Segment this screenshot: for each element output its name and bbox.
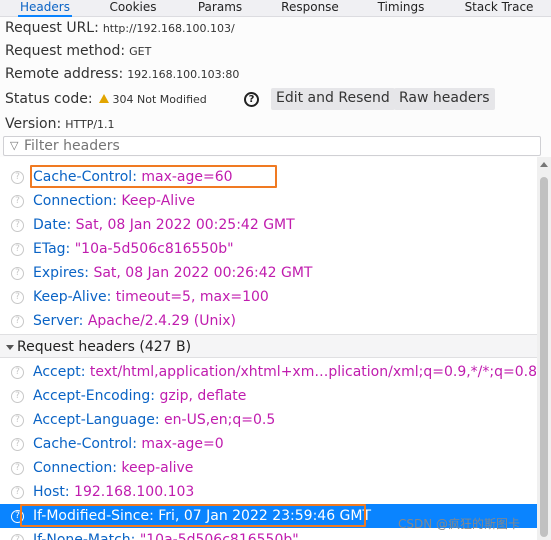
scroll-up-arrow-icon[interactable] xyxy=(540,162,548,167)
request-header-row[interactable]: ? Cache-Control: max-age=0 xyxy=(0,432,537,456)
help-icon[interactable]: ? xyxy=(11,171,24,184)
remote-address-row: Remote address: 192.168.100.103:80 xyxy=(5,66,239,82)
scrollbar-thumb[interactable] xyxy=(540,177,548,537)
scrollbar[interactable] xyxy=(537,157,551,540)
request-header-row[interactable]: ? Accept: text/html,application/xhtml+xm… xyxy=(0,360,537,384)
remote-address-label: Remote address: xyxy=(5,66,124,82)
collapse-triangle-icon[interactable] xyxy=(6,345,14,350)
header-name: Expires: Sat, 08 Jan 2022 00:26:42 GMT xyxy=(33,265,313,281)
status-code-value: 304 Not Modified xyxy=(112,93,207,106)
tab-params[interactable]: Params xyxy=(194,0,246,17)
request-method-value: GET xyxy=(129,45,152,58)
header-value: Keep-Alive xyxy=(121,193,195,209)
help-icon[interactable]: ? xyxy=(11,291,24,304)
remote-address-value: 192.168.100.103:80 xyxy=(127,68,240,81)
request-header-row[interactable]: ? Connection: keep-alive xyxy=(0,456,537,480)
header-name: ETag: "10a-5d506c816550b" xyxy=(33,241,234,257)
header-value: "10a-5d506c816550b" xyxy=(139,532,299,540)
help-icon[interactable]: ? xyxy=(11,414,24,427)
help-icon[interactable]: ? xyxy=(11,486,24,499)
highlight-box-if-modified-since xyxy=(20,504,366,527)
response-header-row[interactable]: ? ETag: "10a-5d506c816550b" xyxy=(0,237,537,261)
headers-list: ? Cache-Control: max-age=60 ? Connection… xyxy=(0,157,537,540)
request-url-value: http://192.168.100.103/ xyxy=(102,22,235,35)
help-icon[interactable]: ? xyxy=(11,195,24,208)
version-row: Version: HTTP/1.1 xyxy=(5,116,115,132)
header-name: Date: Sat, 08 Jan 2022 00:25:42 GMT xyxy=(33,217,295,233)
edit-and-resend-button[interactable]: Edit and Resend xyxy=(271,88,395,110)
request-headers-title: Request headers (427 B) xyxy=(17,339,192,355)
response-header-row[interactable]: ? Connection: Keep-Alive xyxy=(0,189,537,213)
header-name: Host: 192.168.100.103 xyxy=(33,484,195,500)
response-header-row[interactable]: ? Date: Sat, 08 Jan 2022 00:25:42 GMT xyxy=(0,213,537,237)
highlight-box-cache-control xyxy=(30,165,277,188)
header-name: Accept-Language: en-US,en;q=0.5 xyxy=(33,412,276,428)
header-value: Apache/2.4.29 (Unix) xyxy=(87,313,236,329)
filter-icon: ▽ xyxy=(10,139,19,152)
header-name: Keep-Alive: timeout=5, max=100 xyxy=(33,289,269,305)
header-value: keep-alive xyxy=(121,460,194,476)
help-icon[interactable]: ? xyxy=(11,267,24,280)
header-name: If-None-Match: "10a-5d506c816550b" xyxy=(33,528,299,540)
help-icon[interactable]: ? xyxy=(11,462,24,475)
header-name: Accept: text/html,application/xhtml+xm…p… xyxy=(33,364,537,380)
header-name: Accept-Encoding: gzip, deflate xyxy=(33,388,247,404)
tab-stack-trace[interactable]: Stack Trace xyxy=(462,0,536,17)
tab-bar: Headers Cookies Params Response Timings … xyxy=(0,0,551,17)
help-icon[interactable]: ? xyxy=(11,315,24,328)
request-url-row: Request URL: http://192.168.100.103/ xyxy=(5,20,235,36)
header-value: text/html,application/xhtml+xm…plication… xyxy=(89,364,537,380)
response-header-row[interactable]: ? Keep-Alive: timeout=5, max=100 xyxy=(0,285,537,309)
help-icon[interactable]: ? xyxy=(11,243,24,256)
header-name: Server: Apache/2.4.29 (Unix) xyxy=(33,313,236,329)
header-name: Connection: Keep-Alive xyxy=(33,193,195,209)
request-headers-section[interactable]: Request headers (427 B) xyxy=(0,334,537,358)
filter-headers-input[interactable] xyxy=(24,138,524,154)
version-value: HTTP/1.1 xyxy=(65,118,115,131)
header-value: Sat, 08 Jan 2022 00:25:42 GMT xyxy=(75,217,295,233)
warning-icon xyxy=(98,94,109,103)
tab-cookies[interactable]: Cookies xyxy=(104,0,162,17)
status-code-row: Status code: 304 Not Modified xyxy=(5,91,207,107)
header-value: Sat, 08 Jan 2022 00:26:42 GMT xyxy=(93,265,313,281)
tab-headers[interactable]: Headers xyxy=(14,0,76,17)
help-icon[interactable]: ? xyxy=(244,92,259,107)
request-method-row: Request method: GET xyxy=(5,43,151,59)
request-header-row[interactable]: ? Accept-Encoding: gzip, deflate xyxy=(0,384,537,408)
help-icon[interactable]: ? xyxy=(11,390,24,403)
watermark: CSDN @疯狂的斯图卡 xyxy=(398,517,521,531)
request-url-label: Request URL: xyxy=(5,20,99,36)
raw-headers-button[interactable]: Raw headers xyxy=(394,88,495,110)
header-value: timeout=5, max=100 xyxy=(115,289,269,305)
header-name: Connection: keep-alive xyxy=(33,460,194,476)
help-icon[interactable]: ? xyxy=(11,438,24,451)
help-icon[interactable]: ? xyxy=(11,534,24,540)
request-header-row[interactable]: ? Accept-Language: en-US,en;q=0.5 xyxy=(0,408,537,432)
request-header-row[interactable]: ? Host: 192.168.100.103 xyxy=(0,480,537,504)
request-method-label: Request method: xyxy=(5,43,126,59)
status-code-label: Status code: xyxy=(5,91,93,107)
tab-response[interactable]: Response xyxy=(278,0,342,17)
tab-timings[interactable]: Timings xyxy=(374,0,428,17)
version-label: Version: xyxy=(5,116,62,132)
header-value: en-US,en;q=0.5 xyxy=(164,412,276,428)
response-header-row[interactable]: ? Server: Apache/2.4.29 (Unix) xyxy=(0,309,537,333)
header-value: "10a-5d506c816550b" xyxy=(74,241,234,257)
header-value: gzip, deflate xyxy=(159,388,247,404)
help-icon[interactable]: ? xyxy=(11,366,24,379)
header-name: Cache-Control: max-age=0 xyxy=(33,436,224,452)
header-value: max-age=0 xyxy=(141,436,224,452)
header-value: 192.168.100.103 xyxy=(74,484,195,500)
response-header-row[interactable]: ? Expires: Sat, 08 Jan 2022 00:26:42 GMT xyxy=(0,261,537,285)
help-icon[interactable]: ? xyxy=(11,219,24,232)
filter-box: ▽ xyxy=(3,136,541,156)
